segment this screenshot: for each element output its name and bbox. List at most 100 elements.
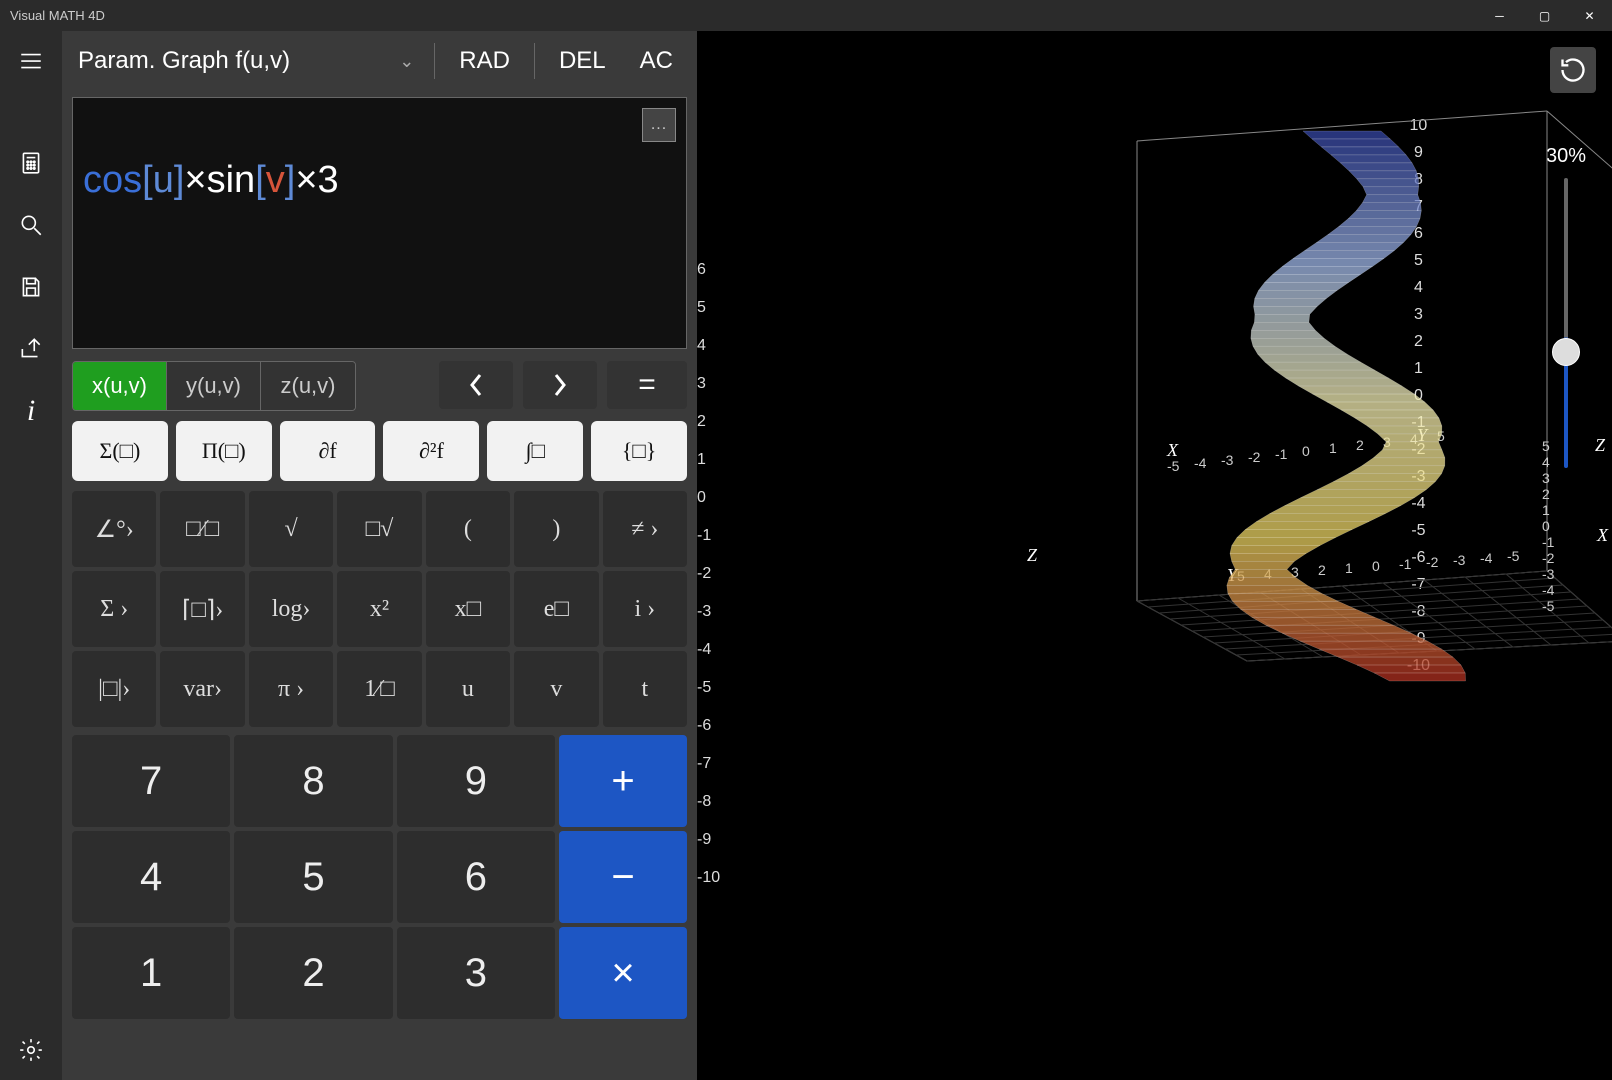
x-axis-label: X [1166,440,1179,460]
svg-text:2: 2 [1542,486,1550,502]
svg-text:2: 2 [1356,437,1364,453]
svg-text:-1: -1 [1542,534,1555,550]
close-button[interactable]: ✕ [1567,0,1612,31]
rotate-button[interactable] [1550,47,1596,93]
svg-text:-5: -5 [1507,548,1520,564]
z-tick: -9 [697,831,720,861]
maximize-button[interactable]: ▢ [1522,0,1567,31]
divider [534,43,535,79]
formula-more-button[interactable]: ... [642,108,676,142]
svg-text:-4: -4 [1542,582,1555,598]
op-minus[interactable]: − [559,831,687,923]
token-op: × [184,159,206,201]
save-icon[interactable] [11,267,51,307]
pi-key[interactable]: π › [249,651,333,727]
info-icon[interactable]: i [11,391,51,431]
component-selector: x(u,v) y(u,v) z(u,v) [72,361,356,411]
svg-text:-4: -4 [1480,550,1493,566]
segment-z[interactable]: z(u,v) [261,362,355,410]
minimize-button[interactable]: ─ [1477,0,1522,31]
svg-text:1: 1 [1345,560,1353,576]
lparen-key[interactable]: ( [426,491,510,567]
num-4[interactable]: 4 [72,831,230,923]
num-1[interactable]: 1 [72,927,230,1019]
input-panel: Param. Graph f(u,v) ⌄ RAD DEL AC ... cos… [62,31,697,1080]
num-3[interactable]: 3 [397,927,555,1019]
svg-text:4: 4 [1542,454,1550,470]
svg-text:2: 2 [1318,562,1326,578]
exp-key[interactable]: e□ [514,571,598,647]
v-key[interactable]: v [514,651,598,727]
equals-button[interactable]: = [607,361,687,409]
token-u: u [153,159,174,201]
z-tick: -8 [697,793,720,823]
matrix-key[interactable]: ⌈□⌉› [160,571,244,647]
num-9[interactable]: 9 [397,735,555,827]
ac-button[interactable]: AC [626,47,687,75]
frac-key[interactable]: □⁄□ [160,491,244,567]
svg-text:3: 3 [1542,470,1550,486]
op-times[interactable]: × [559,927,687,1019]
sqrt-key[interactable]: √ [249,491,333,567]
sigma-key[interactable]: Σ › [72,571,156,647]
rparen-key[interactable]: ) [514,491,598,567]
rad-button[interactable]: RAD [445,47,524,75]
z-tick: 1 [697,451,720,481]
z-tick: 4 [697,337,720,367]
svg-text:5: 5 [1542,438,1550,454]
svg-text:0: 0 [1542,518,1550,534]
svg-text:-2: -2 [1426,554,1439,570]
z-tick: 2 [697,413,720,443]
window-titlebar: Visual MATH 4D ─ ▢ ✕ [0,0,1612,31]
token-v: v [266,159,285,201]
var-key[interactable]: var› [160,651,244,727]
chevron-down-icon: ⌄ [399,51,414,72]
partial2-button[interactable]: ∂²f [383,421,479,481]
token-bracket: ] [285,159,296,201]
num-5[interactable]: 5 [234,831,392,923]
next-button[interactable] [523,361,597,409]
num-8[interactable]: 8 [234,735,392,827]
formula-input[interactable]: ... cos[u]×sin[v]×3 [72,97,687,349]
token-bracket: [ [255,159,266,201]
token-bracket: [ [142,159,153,201]
log-key[interactable]: log› [249,571,333,647]
divider [434,43,435,79]
svg-text:-2: -2 [1248,449,1261,465]
product-button[interactable]: Π(□) [176,421,272,481]
op-plus[interactable]: + [559,735,687,827]
num-6[interactable]: 6 [397,831,555,923]
graph-type-dropdown[interactable]: Param. Graph f(u,v) ⌄ [72,47,424,75]
braces-button[interactable]: {□} [591,421,687,481]
abs-key[interactable]: |□|› [72,651,156,727]
power-key[interactable]: x□ [426,571,510,647]
nthroot-key[interactable]: □√ [337,491,421,567]
u-key[interactable]: u [426,651,510,727]
t-key[interactable]: t [603,651,687,727]
partial-button[interactable]: ∂f [280,421,376,481]
num-2[interactable]: 2 [234,927,392,1019]
z-scale-near: 6543210-1-2-3-4-5-6-7-8-9-10 [697,261,720,899]
settings-icon[interactable] [11,1030,51,1070]
square-key[interactable]: x² [337,571,421,647]
recip-key[interactable]: 1⁄□ [337,651,421,727]
neq-key[interactable]: ≠ › [603,491,687,567]
sum-button[interactable]: Σ(□) [72,421,168,481]
angle-key[interactable]: ∠°› [72,491,156,567]
x-axis-label-far: X [1596,525,1609,545]
calculator-icon[interactable] [11,143,51,183]
svg-text:-1: -1 [1399,556,1412,572]
share-icon[interactable] [11,329,51,369]
segment-y[interactable]: y(u,v) [167,362,261,410]
del-button[interactable]: DEL [545,47,620,75]
i-key[interactable]: i › [603,571,687,647]
integral-button[interactable]: ∫□ [487,421,583,481]
z-tick: -4 [697,641,720,671]
segment-x[interactable]: x(u,v) [73,362,167,410]
prev-button[interactable] [439,361,513,409]
num-7[interactable]: 7 [72,735,230,827]
token-op: × [295,159,317,201]
search-icon[interactable] [11,205,51,245]
graph-viewport[interactable]: 30% 6543210-1-2-3-4-5-6-7-8-9-10 1098765… [697,31,1612,1080]
hamburger-icon[interactable] [11,41,51,81]
